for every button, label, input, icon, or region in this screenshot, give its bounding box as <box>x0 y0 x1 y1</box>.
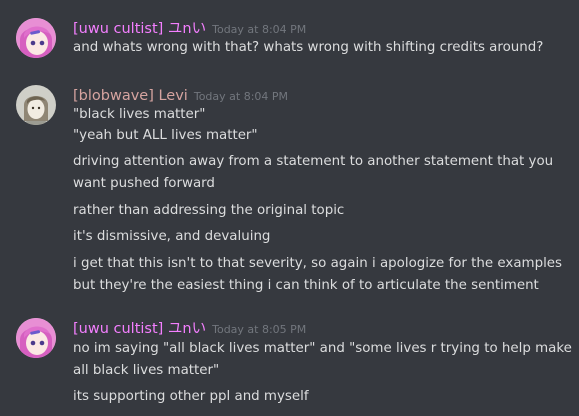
message-text: "black lives matter" <box>73 107 206 122</box>
message-text: rather than addressing the original topi… <box>73 203 345 218</box>
timestamp: Today at 8:05 PM <box>212 323 307 336</box>
message-text: but they're the easiest thing i can thin… <box>73 278 539 293</box>
message-text: want pushed forward <box>73 176 215 191</box>
avatar[interactable] <box>16 18 56 58</box>
message-text: no im saying "all black lives matter" an… <box>73 341 572 356</box>
message-header: [uwu cultist] ユnい Today at 8:05 PM <box>73 318 306 340</box>
username[interactable]: [uwu cultist] ユnい <box>73 21 206 37</box>
avatar[interactable] <box>16 318 56 358</box>
timestamp: Today at 8:04 PM <box>193 90 289 103</box>
username[interactable]: [uwu cultist] ユnい <box>73 321 206 337</box>
chat-log: [uwu cultist] ユnい Today at 8:04 PM and wh… <box>0 0 579 416</box>
pink-anime-avatar-icon <box>16 18 56 58</box>
message-text: it's dismissive, and devaluing <box>73 229 271 244</box>
message-text: driving attention away from a statement … <box>73 154 554 169</box>
message-text: and whats wrong with that? whats wrong w… <box>73 40 544 55</box>
sketch-avatar-icon <box>16 85 56 125</box>
message-text: "yeah but ALL lives matter" <box>73 128 258 143</box>
timestamp: Today at 8:04 PM <box>212 23 307 36</box>
pink-anime-avatar-icon <box>16 318 56 358</box>
avatar[interactable] <box>16 85 56 125</box>
message-text: its supporting other ppl and myself <box>73 389 309 404</box>
message-text: all black lives matter" <box>73 363 220 378</box>
message-text: i get that this isn't to that severity, … <box>73 256 563 271</box>
username[interactable]: [blobwave] Levi <box>73 88 188 104</box>
